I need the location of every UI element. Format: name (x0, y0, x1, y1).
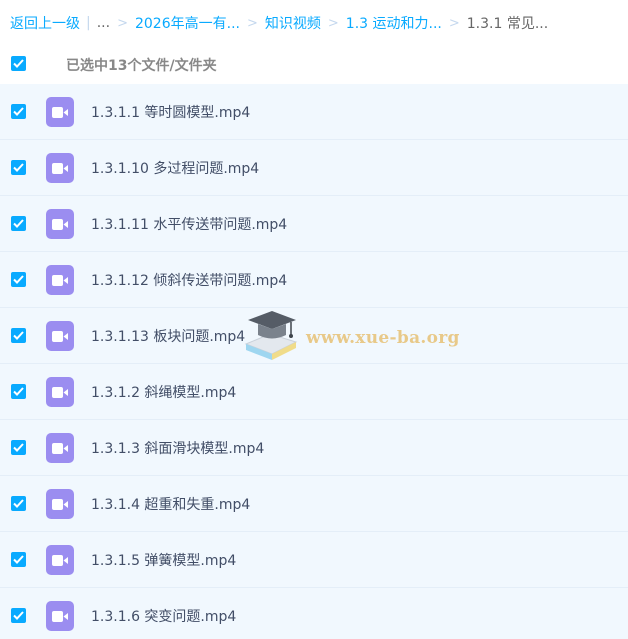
video-file-icon (46, 601, 74, 631)
file-browser: 返回上一级 | ... > 2026年高一有... > 知识视频 > 1.3 运… (0, 0, 628, 639)
list-header: 已选中13个文件/文件夹 (0, 50, 628, 84)
checkmark-icon (13, 163, 24, 172)
file-name[interactable]: 1.3.1.6 突变问题.mp4 (91, 606, 236, 626)
file-row[interactable]: 1.3.1.6 突变问题.mp4 (0, 588, 628, 639)
video-file-icon (46, 97, 74, 127)
checkmark-icon (13, 331, 24, 340)
row-checkbox[interactable] (11, 328, 26, 343)
file-list: 1.3.1.1 等时圆模型.mp4 1.3.1.10 多过程问题.mp4 1.3… (0, 84, 628, 639)
checkmark-icon (13, 387, 24, 396)
breadcrumb-arrow: > (246, 15, 258, 31)
file-row[interactable]: 1.3.1.12 倾斜传送带问题.mp4 (0, 252, 628, 308)
video-file-icon (46, 265, 74, 295)
video-file-icon (46, 209, 74, 239)
file-row[interactable]: 1.3.1.13 板块问题.mp4 (0, 308, 628, 364)
file-name[interactable]: 1.3.1.3 斜面滑块模型.mp4 (91, 438, 264, 458)
checkmark-icon (13, 219, 24, 228)
selection-count-label: 已选中13个文件/文件夹 (66, 58, 217, 74)
breadcrumb-arrow: > (117, 15, 128, 31)
file-row[interactable]: 1.3.1.10 多过程问题.mp4 (0, 140, 628, 196)
checkmark-icon (13, 59, 24, 68)
video-file-icon (46, 321, 74, 351)
file-name[interactable]: 1.3.1.10 多过程问题.mp4 (91, 158, 259, 178)
breadcrumb-separator: | (86, 15, 91, 31)
file-name[interactable]: 1.3.1.11 水平传送带问题.mp4 (91, 214, 287, 234)
file-name[interactable]: 1.3.1.12 倾斜传送带问题.mp4 (91, 270, 287, 290)
file-row[interactable]: 1.3.1.5 弹簧模型.mp4 (0, 532, 628, 588)
back-link[interactable]: 返回上一级 (10, 13, 80, 33)
breadcrumb-arrow: > (448, 15, 460, 31)
file-row[interactable]: 1.3.1.3 斜面滑块模型.mp4 (0, 420, 628, 476)
video-file-icon (46, 153, 74, 183)
breadcrumb-current: 1.3.1 常见... (466, 16, 549, 32)
row-checkbox[interactable] (11, 216, 26, 231)
breadcrumb-item[interactable]: 知识视频 (265, 13, 321, 33)
row-checkbox[interactable] (11, 160, 26, 175)
checkmark-icon (13, 611, 24, 620)
row-checkbox[interactable] (11, 272, 26, 287)
video-file-icon (46, 489, 74, 519)
checkmark-icon (13, 443, 24, 452)
checkmark-icon (13, 107, 24, 116)
checkmark-icon (13, 555, 24, 564)
video-file-icon (46, 377, 74, 407)
checkmark-icon (13, 499, 24, 508)
row-checkbox[interactable] (11, 384, 26, 399)
row-checkbox[interactable] (11, 608, 26, 623)
row-checkbox[interactable] (11, 496, 26, 511)
row-checkbox[interactable] (11, 104, 26, 119)
breadcrumb-item[interactable]: 2026年高一有... (135, 13, 240, 33)
breadcrumb-item[interactable]: 1.3 运动和力... (346, 13, 442, 33)
select-all-checkbox[interactable] (11, 56, 26, 71)
breadcrumb: 返回上一级 | ... > 2026年高一有... > 知识视频 > 1.3 运… (10, 12, 548, 34)
file-name[interactable]: 1.3.1.2 斜绳模型.mp4 (91, 382, 236, 402)
file-row[interactable]: 1.3.1.11 水平传送带问题.mp4 (0, 196, 628, 252)
file-name[interactable]: 1.3.1.5 弹簧模型.mp4 (91, 550, 236, 570)
file-name[interactable]: 1.3.1.13 板块问题.mp4 (91, 326, 245, 346)
checkmark-icon (13, 275, 24, 284)
row-checkbox[interactable] (11, 552, 26, 567)
file-name[interactable]: 1.3.1.4 超重和失重.mp4 (91, 494, 250, 514)
file-name[interactable]: 1.3.1.1 等时圆模型.mp4 (91, 102, 250, 122)
video-file-icon (46, 545, 74, 575)
file-row[interactable]: 1.3.1.2 斜绳模型.mp4 (0, 364, 628, 420)
breadcrumb-arrow: > (327, 15, 339, 31)
breadcrumb-ellipsis[interactable]: ... (97, 15, 110, 31)
file-row[interactable]: 1.3.1.1 等时圆模型.mp4 (0, 84, 628, 140)
video-file-icon (46, 433, 74, 463)
row-checkbox[interactable] (11, 440, 26, 455)
file-row[interactable]: 1.3.1.4 超重和失重.mp4 (0, 476, 628, 532)
